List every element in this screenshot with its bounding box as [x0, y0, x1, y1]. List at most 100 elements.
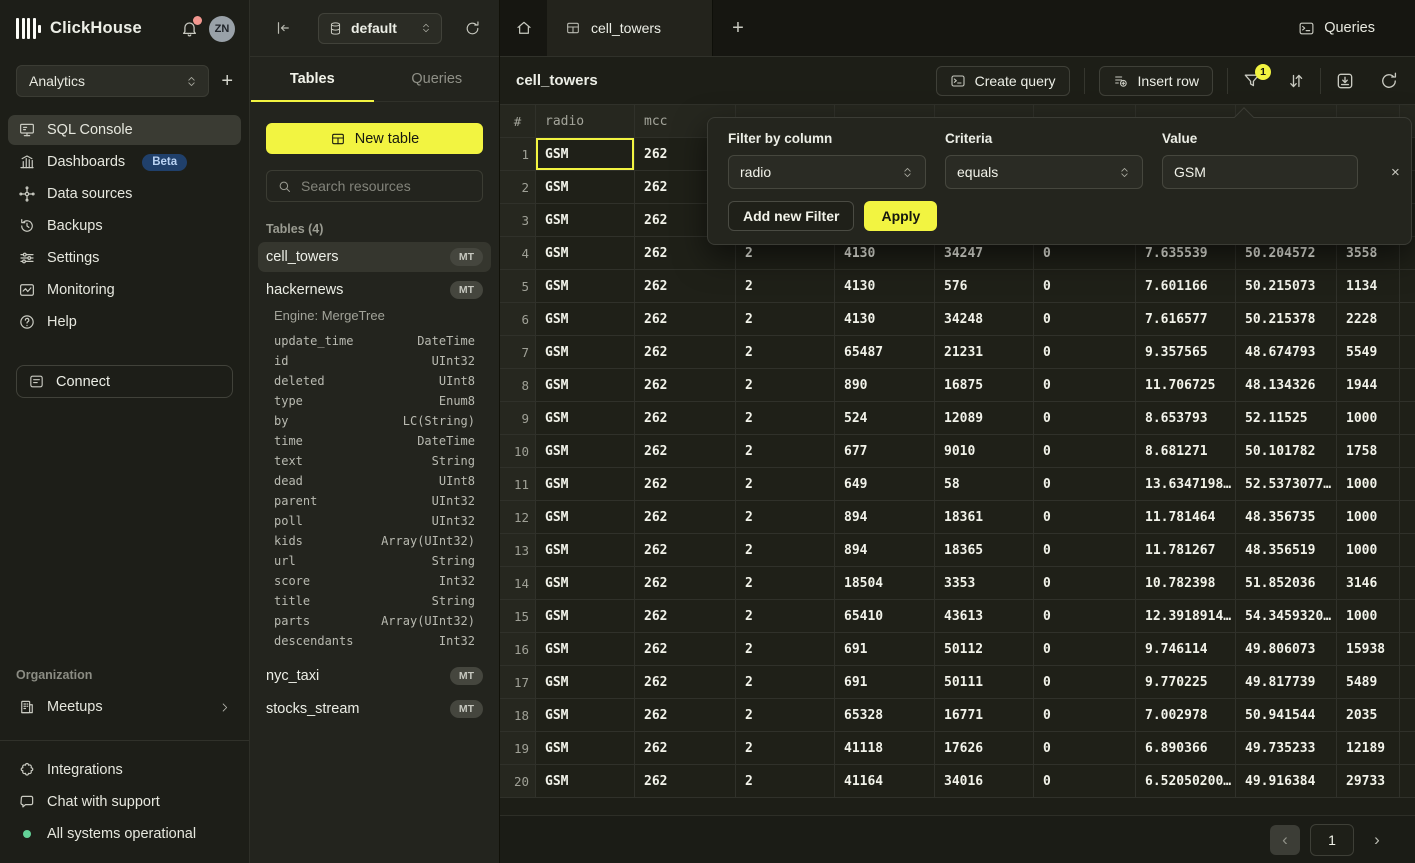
filter-icon[interactable]: 1	[1242, 71, 1262, 91]
table-cell[interactable]: 262	[635, 732, 736, 764]
table-cell[interactable]: 2	[736, 270, 835, 302]
table-cell[interactable]: 48.356519	[1236, 534, 1337, 566]
table-cell[interactable]: 17626	[935, 732, 1034, 764]
table-cell[interactable]: 8.681271	[1136, 435, 1236, 467]
table-cell[interactable]: 49.735233	[1236, 732, 1337, 764]
table-cell[interactable]: GSM	[536, 600, 635, 632]
table-cell[interactable]: 262	[635, 600, 736, 632]
sidebar-item-chat-with-support[interactable]: Chat with support	[8, 787, 241, 817]
sidebar-item-backups[interactable]: Backups	[8, 211, 241, 241]
sidebar-item-system-status[interactable]: All systems operational	[8, 819, 241, 849]
row-number-cell[interactable]: 2	[500, 171, 536, 203]
tab-queries[interactable]: Queries	[375, 57, 500, 101]
table-cell[interactable]: 6.890366	[1136, 732, 1236, 764]
table-cell[interactable]: 0	[1034, 270, 1136, 302]
table-cell[interactable]: 1000	[1337, 534, 1400, 566]
table-cell[interactable]: 2	[736, 765, 835, 797]
table-cell[interactable]: 50.101782	[1236, 435, 1337, 467]
table-cell[interactable]: 6.52050200…	[1136, 765, 1236, 797]
table-cell[interactable]: GSM	[536, 501, 635, 533]
table-cell[interactable]: 18361	[935, 501, 1034, 533]
table-cell[interactable]: 2	[736, 666, 835, 698]
table-cell[interactable]: 0	[1034, 468, 1136, 500]
filter-criteria-select[interactable]: equals	[945, 155, 1143, 189]
table-cell[interactable]: 21231	[935, 336, 1034, 368]
table-cell[interactable]: 2	[736, 468, 835, 500]
table-cell[interactable]: 262	[635, 270, 736, 302]
table-cell[interactable]: 52.5373077…	[1236, 468, 1337, 500]
table-cell[interactable]: 12189	[1337, 732, 1400, 764]
table-cell[interactable]: 262	[635, 369, 736, 401]
table-cell[interactable]: GSM	[536, 336, 635, 368]
filter-column-select[interactable]: radio	[728, 155, 926, 189]
row-number-cell[interactable]: 13	[500, 534, 536, 566]
table-cell[interactable]: 677	[835, 435, 935, 467]
sidebar-item-data-sources[interactable]: Data sources	[8, 179, 241, 209]
table-cell[interactable]: 58	[935, 468, 1034, 500]
table-cell[interactable]: 2	[736, 435, 835, 467]
table-cell[interactable]: 29733	[1337, 765, 1400, 797]
sidebar-item-help[interactable]: Help	[8, 307, 241, 337]
row-number-cell[interactable]: 1	[500, 138, 536, 170]
table-cell[interactable]: 49.806073	[1236, 633, 1337, 665]
table-cell[interactable]: 262	[635, 402, 736, 434]
table-cell[interactable]: 262	[635, 567, 736, 599]
table-cell[interactable]: 691	[835, 666, 935, 698]
table-cell[interactable]: GSM	[536, 732, 635, 764]
row-number-cell[interactable]: 12	[500, 501, 536, 533]
table-cell[interactable]: 34248	[935, 303, 1034, 335]
table-cell[interactable]: 2	[736, 567, 835, 599]
table-cell[interactable]: 43613	[935, 600, 1034, 632]
table-cell[interactable]: 65487	[835, 336, 935, 368]
table-cell[interactable]: 2	[736, 699, 835, 731]
table-item-hackernews[interactable]: hackernewsMT	[258, 275, 491, 305]
table-cell[interactable]: 49.817739	[1236, 666, 1337, 698]
table-cell[interactable]: 2035	[1337, 699, 1400, 731]
table-cell[interactable]: 0	[1034, 600, 1136, 632]
table-cell[interactable]: 262	[635, 699, 736, 731]
table-cell[interactable]: 12.3918914…	[1136, 600, 1236, 632]
table-cell[interactable]: 50111	[935, 666, 1034, 698]
table-cell[interactable]: 11.781267	[1136, 534, 1236, 566]
table-cell[interactable]: 9010	[935, 435, 1034, 467]
table-cell[interactable]: 0	[1034, 765, 1136, 797]
row-number-cell[interactable]: 10	[500, 435, 536, 467]
collapse-panel-icon[interactable]	[274, 19, 292, 37]
table-cell[interactable]: 2	[736, 336, 835, 368]
table-cell[interactable]: GSM	[536, 138, 635, 170]
row-number-cell[interactable]: 6	[500, 303, 536, 335]
table-cell[interactable]: 1944	[1337, 369, 1400, 401]
filter-value-input[interactable]: GSM	[1162, 155, 1358, 189]
sort-icon[interactable]	[1286, 71, 1306, 91]
table-cell[interactable]: 894	[835, 534, 935, 566]
row-number-cell[interactable]: 9	[500, 402, 536, 434]
table-cell[interactable]: GSM	[536, 699, 635, 731]
table-cell[interactable]: 0	[1034, 534, 1136, 566]
table-cell[interactable]: 262	[635, 336, 736, 368]
table-cell[interactable]: 4130	[835, 270, 935, 302]
table-cell[interactable]: 0	[1034, 501, 1136, 533]
table-cell[interactable]: 12089	[935, 402, 1034, 434]
table-cell[interactable]: 5489	[1337, 666, 1400, 698]
table-cell[interactable]: 649	[835, 468, 935, 500]
new-table-button[interactable]: New table	[266, 123, 483, 154]
row-number-cell[interactable]: 7	[500, 336, 536, 368]
home-tab[interactable]	[500, 0, 547, 56]
download-icon[interactable]	[1335, 71, 1355, 91]
table-cell[interactable]: 2	[736, 600, 835, 632]
table-cell[interactable]: GSM	[536, 171, 635, 203]
table-cell[interactable]: 8.653793	[1136, 402, 1236, 434]
row-number-cell[interactable]: 4	[500, 237, 536, 269]
row-number-cell[interactable]: 20	[500, 765, 536, 797]
refresh-tables-icon[interactable]	[464, 20, 481, 37]
table-cell[interactable]: GSM	[536, 435, 635, 467]
table-cell[interactable]: 894	[835, 501, 935, 533]
row-number-cell[interactable]: 19	[500, 732, 536, 764]
table-cell[interactable]: 65328	[835, 699, 935, 731]
table-cell[interactable]: 262	[635, 501, 736, 533]
table-cell[interactable]: 0	[1034, 303, 1136, 335]
table-cell[interactable]: GSM	[536, 468, 635, 500]
table-cell[interactable]: GSM	[536, 237, 635, 269]
table-cell[interactable]: 48.356735	[1236, 501, 1337, 533]
table-cell[interactable]: 5549	[1337, 336, 1400, 368]
